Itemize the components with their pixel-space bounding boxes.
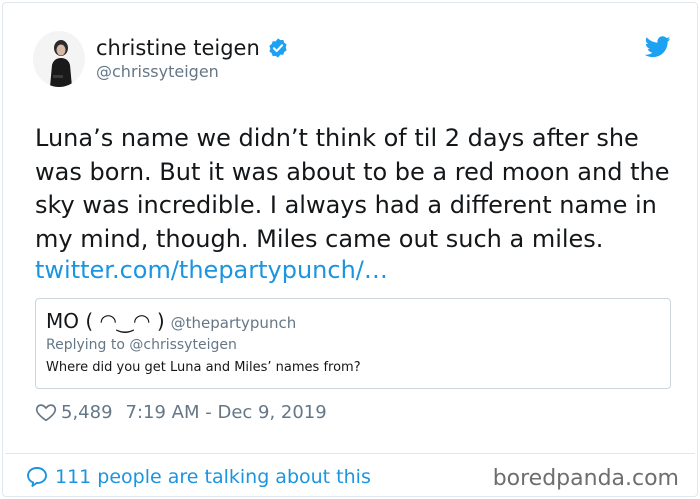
- twitter-bird-icon[interactable]: [644, 36, 671, 58]
- tweet-text-line: was born. But it was about to be a red m…: [35, 157, 670, 186]
- tweet-timestamp[interactable]: 7:19 AM - Dec 9, 2019: [126, 402, 327, 423]
- quoted-tweet[interactable]: MO ( ◠‿◠ ) @thepartypunch Replying to @c…: [35, 298, 671, 389]
- author-avatar[interactable]: [33, 31, 85, 87]
- quoted-author-name[interactable]: MO ( ◠‿◠ ): [46, 309, 165, 333]
- like-count[interactable]: 5,489: [61, 402, 113, 423]
- replying-to-label: Replying to @chrissyteigen: [46, 337, 237, 353]
- quoted-tweet-text: Where did you get Luna and Miles’ names …: [46, 360, 361, 375]
- verified-badge-icon: [267, 37, 289, 59]
- author-handle[interactable]: @chrissyteigen: [96, 62, 219, 81]
- author-name-text[interactable]: christine teigen: [96, 36, 260, 60]
- tweet-text-line: Luna’s name we didn’t think of til 2 day…: [35, 124, 639, 152]
- heart-icon[interactable]: [35, 401, 57, 423]
- author-name[interactable]: christine teigen: [96, 36, 289, 60]
- tweet-text: Luna’s name we didn’t think of til 2 day…: [35, 122, 685, 256]
- divider: [5, 453, 695, 454]
- tweet-text-line: sky was incredible. I always had a diffe…: [35, 191, 657, 219]
- speech-bubble-icon: [25, 465, 49, 489]
- tweet-text-line: my mind, though. Miles came out such a m…: [35, 224, 604, 253]
- tweet-card: christine teigen @chrissyteigen Luna’s n…: [2, 2, 698, 497]
- tweet-meta: 5,489 7:19 AM - Dec 9, 2019: [35, 401, 327, 423]
- conversation-count-label[interactable]: 111 people are talking about this: [55, 466, 371, 488]
- boredpanda-watermark: boredpanda.com: [492, 466, 679, 491]
- conversation-link[interactable]: 111 people are talking about this: [25, 465, 371, 489]
- tweet-link[interactable]: twitter.com/thepartypunch/…: [35, 256, 388, 284]
- quoted-author-handle[interactable]: @thepartypunch: [171, 314, 297, 332]
- quoted-tweet-header: MO ( ◠‿◠ ) @thepartypunch: [46, 309, 296, 333]
